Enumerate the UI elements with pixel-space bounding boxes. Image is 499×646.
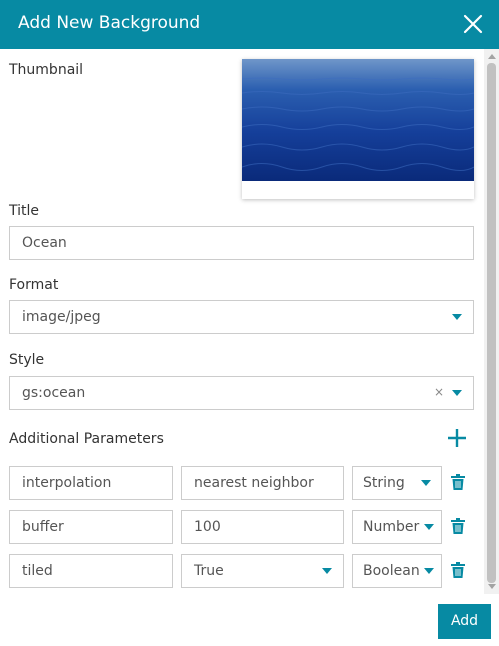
param-type-caret-icon[interactable] bbox=[421, 480, 431, 486]
trash-icon[interactable] bbox=[451, 518, 465, 534]
close-icon[interactable] bbox=[462, 13, 484, 35]
thumbnail-label: Thumbnail bbox=[9, 62, 84, 78]
style-select[interactable]: gs:ocean bbox=[9, 376, 474, 410]
trash-icon[interactable] bbox=[451, 474, 465, 490]
title-input[interactable]: Ocean bbox=[9, 226, 474, 260]
param-type-caret-icon[interactable] bbox=[424, 568, 434, 574]
param-value-input[interactable]: 100 bbox=[181, 510, 344, 544]
additional-parameters-label: Additional Parameters bbox=[9, 431, 164, 447]
format-select-value: image/jpeg bbox=[22, 309, 101, 325]
style-select-value: gs:ocean bbox=[22, 385, 86, 401]
dialog-title: Add New Background bbox=[18, 13, 201, 33]
style-label: Style bbox=[9, 352, 45, 368]
param-type-value: String bbox=[363, 475, 405, 491]
style-clear-icon[interactable]: × bbox=[434, 385, 444, 399]
format-caret-icon[interactable] bbox=[452, 314, 462, 320]
param-value-select[interactable]: True bbox=[181, 554, 344, 588]
scrollbar[interactable] bbox=[484, 49, 499, 594]
param-value-input[interactable]: nearest neighbor bbox=[181, 466, 344, 500]
format-select[interactable]: image/jpeg bbox=[9, 300, 474, 334]
param-value-caret-icon[interactable] bbox=[322, 568, 332, 574]
add-button[interactable]: Add bbox=[438, 604, 491, 639]
thumbnail-preview[interactable] bbox=[242, 59, 474, 199]
param-value-select-value: True bbox=[194, 563, 224, 579]
format-label: Format bbox=[9, 277, 59, 293]
dialog-body: Thumbnail Title Ocean Format image/jpeg … bbox=[0, 49, 484, 594]
param-key-input[interactable]: interpolation bbox=[9, 466, 173, 500]
add-parameter-icon[interactable] bbox=[448, 429, 466, 447]
param-key-input[interactable]: tiled bbox=[9, 554, 173, 588]
dialog-header: Add New Background bbox=[0, 0, 499, 49]
trash-icon[interactable] bbox=[451, 562, 465, 578]
scroll-up-icon[interactable] bbox=[488, 54, 496, 59]
param-key-input[interactable]: buffer bbox=[9, 510, 173, 544]
param-type-value: Number bbox=[363, 519, 420, 535]
scroll-thumb[interactable] bbox=[487, 63, 496, 583]
param-type-value: Boolean bbox=[363, 563, 420, 579]
style-caret-icon[interactable] bbox=[452, 390, 462, 396]
param-type-caret-icon[interactable] bbox=[424, 524, 434, 530]
thumbnail-image bbox=[242, 59, 474, 181]
title-label: Title bbox=[9, 203, 40, 219]
scroll-down-icon[interactable] bbox=[488, 584, 496, 589]
